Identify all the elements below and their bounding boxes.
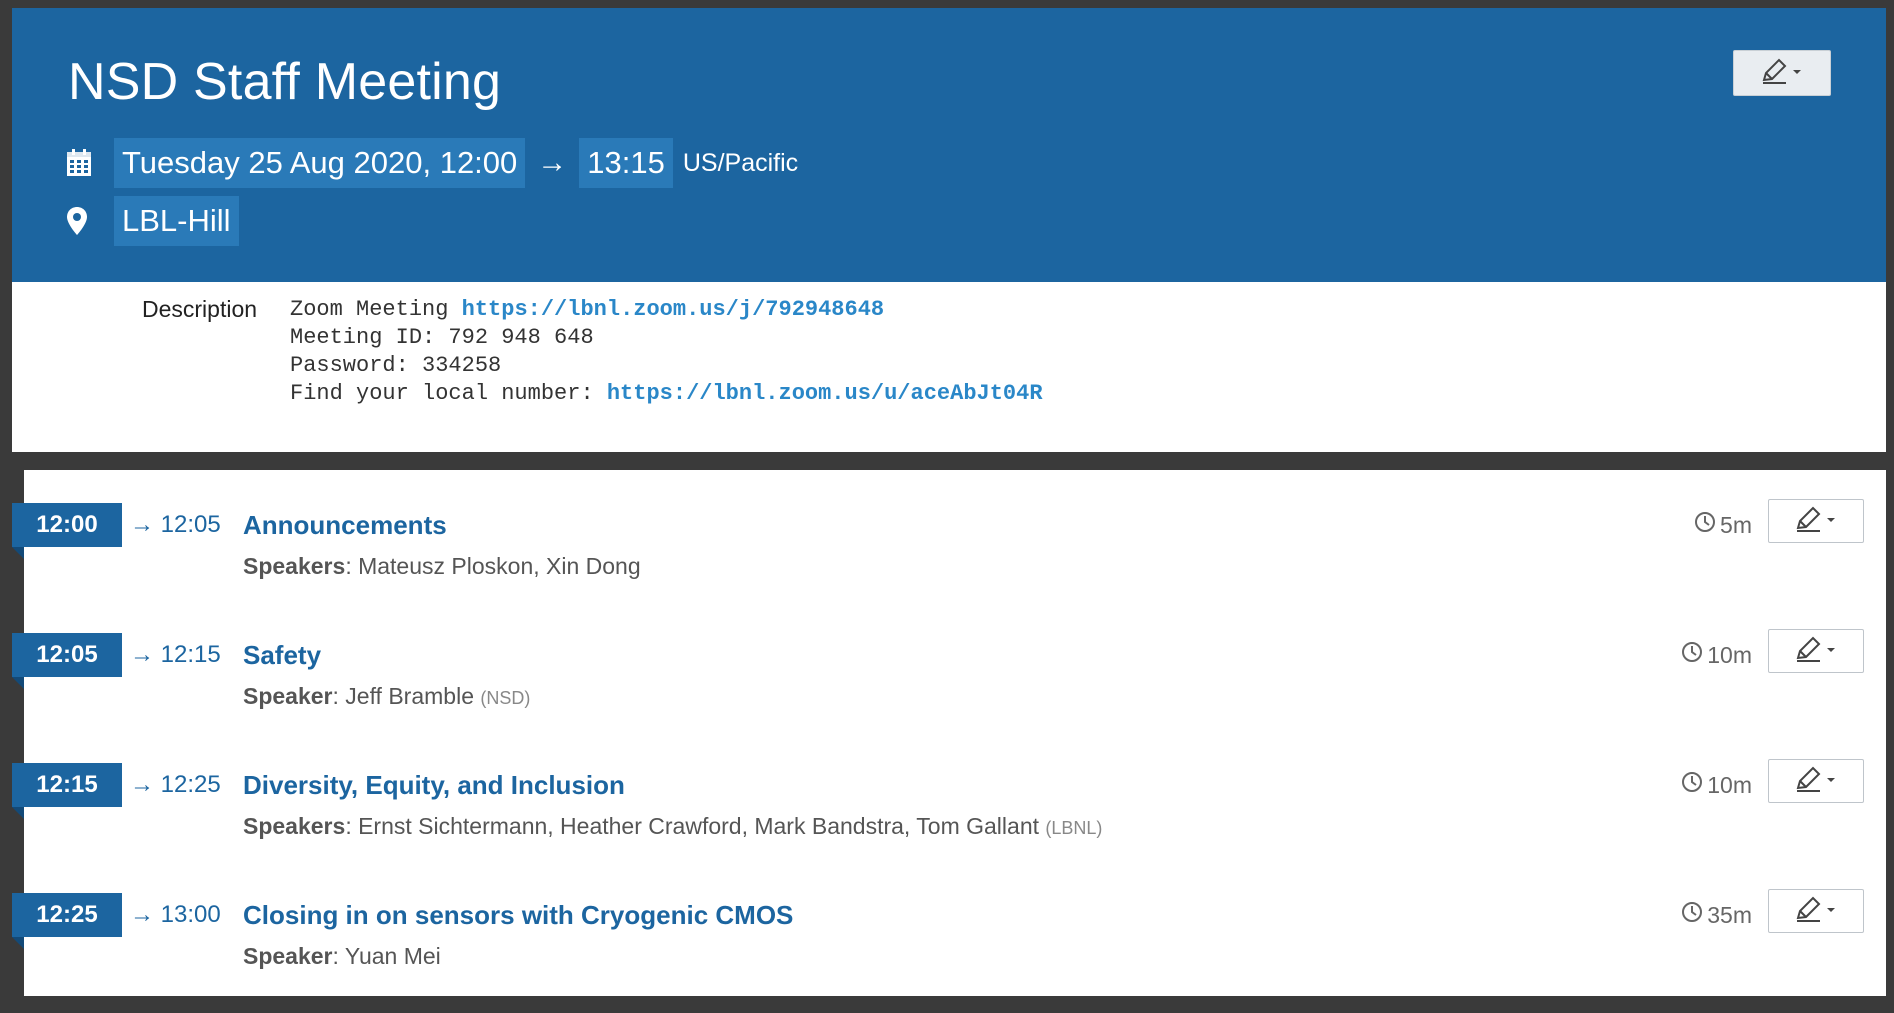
section-gap (12, 452, 1886, 470)
local-number-link[interactable]: https://lbnl.zoom.us/u/aceAbJt04R (607, 381, 1043, 406)
item-title-link[interactable]: Announcements (243, 503, 447, 547)
item-end-time: → 12:05 (130, 511, 221, 538)
item-title-link[interactable]: Closing in on sensors with Cryogenic CMO… (243, 893, 793, 937)
event-location: LBL-Hill (114, 196, 239, 246)
caret-down-icon (1790, 64, 1804, 82)
event-arrow: → (537, 146, 568, 179)
item-end-time: → 12:15 (130, 641, 221, 668)
caret-down-icon (1824, 902, 1838, 920)
item-end-time: → 13:00 (130, 901, 221, 928)
caret-down-icon (1824, 642, 1838, 660)
item-duration: 10m (1681, 763, 1752, 807)
item-speakers: Speaker: Jeff Bramble (NSD) (243, 683, 531, 709)
pencil-icon (1794, 894, 1824, 929)
description-line: Zoom Meeting https://lbnl.zoom.us/j/7929… (290, 297, 885, 322)
item-duration: 10m (1681, 633, 1752, 677)
item-speakers: Speaker: Yuan Mei (243, 943, 441, 969)
event-title: NSD Staff Meeting (68, 53, 502, 111)
event-edit-button[interactable] (1733, 50, 1831, 96)
caret-down-icon (1824, 772, 1838, 790)
event-date-row: Tuesday 25 Aug 2020, 12:00 → 13:15 US/Pa… (66, 138, 798, 188)
item-duration: 35m (1681, 893, 1752, 937)
item-start-time: 12:15 (12, 763, 122, 819)
item-speakers: Speakers: Mateusz Ploskon, Xin Dong (243, 553, 641, 579)
pencil-icon (1794, 764, 1824, 799)
pencil-icon (1794, 634, 1824, 669)
item-end-time: → 12:25 (130, 771, 221, 798)
timetable-item: 12:25 → 13:00 Closing in on sensors with… (0, 889, 1894, 1013)
timetable-item: 12:15 → 12:25 Diversity, Equity, and Inc… (0, 759, 1894, 883)
description-label: Description (142, 296, 258, 322)
item-speakers: Speakers: Ernst Sichtermann, Heather Cra… (243, 813, 1103, 839)
event-location-row: LBL-Hill (66, 196, 239, 246)
caret-down-icon (1824, 512, 1838, 530)
description-line: Password: 334258 (290, 353, 502, 378)
pencil-icon (1760, 56, 1790, 91)
event-timezone: US/Pacific (682, 148, 799, 177)
item-start-time: 12:25 (12, 893, 122, 949)
calendar-icon (66, 143, 100, 183)
timetable-item: 12:00 → 12:05 Announcements Speakers: Ma… (0, 499, 1894, 623)
item-title-link[interactable]: Diversity, Equity, and Inclusion (243, 763, 625, 807)
item-edit-button[interactable] (1768, 629, 1864, 673)
clock-icon (1681, 771, 1707, 799)
map-pin-icon (66, 201, 100, 241)
pencil-icon (1794, 504, 1824, 539)
description-line: Meeting ID: 792 948 648 (290, 325, 594, 350)
event-end: 13:15 (579, 138, 673, 188)
item-edit-button[interactable] (1768, 759, 1864, 803)
item-start-time: 12:05 (12, 633, 122, 689)
description-body: Zoom Meeting https://lbnl.zoom.us/j/7929… (290, 296, 1043, 408)
clock-icon (1681, 641, 1707, 669)
item-title-link[interactable]: Safety (243, 633, 321, 677)
item-duration: 5m (1694, 503, 1752, 547)
zoom-meeting-link[interactable]: https://lbnl.zoom.us/j/792948648 (462, 297, 884, 322)
timetable-item: 12:05 → 12:15 Safety Speaker: Jeff Bramb… (0, 629, 1894, 753)
clock-icon (1694, 511, 1720, 539)
clock-icon (1681, 901, 1707, 929)
description-line: Find your local number: https://lbnl.zoo… (290, 381, 1043, 406)
item-start-time: 12:00 (12, 503, 122, 559)
item-edit-button[interactable] (1768, 499, 1864, 543)
item-edit-button[interactable] (1768, 889, 1864, 933)
event-start: Tuesday 25 Aug 2020, 12:00 (114, 138, 526, 188)
